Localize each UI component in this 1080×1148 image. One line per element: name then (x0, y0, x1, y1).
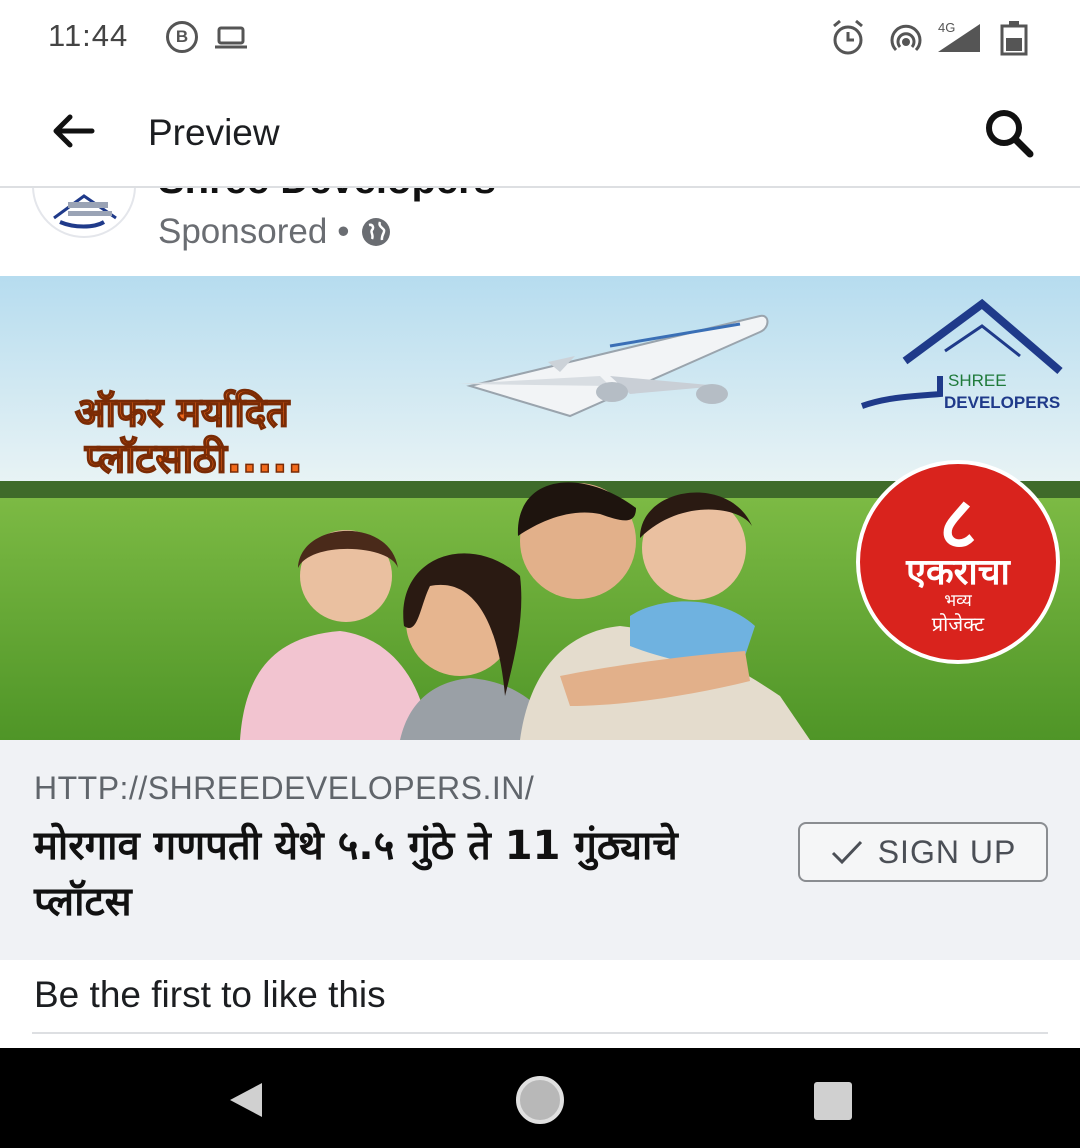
page-title: Preview (148, 112, 280, 153)
link-url: HTTP://SHREEDEVELOPERS.IN/ (34, 770, 535, 806)
separator-dot: • (337, 212, 350, 251)
sign-up-button[interactable]: SIGN UP (798, 822, 1048, 882)
divider (32, 1032, 1048, 1034)
status-time: 11:44 (48, 18, 129, 53)
page-name[interactable]: Shree Developers (158, 188, 496, 203)
likes-summary[interactable]: Be the first to like this (34, 974, 386, 1016)
nav-home-icon[interactable] (514, 1074, 566, 1126)
app-bar: Preview (0, 76, 1080, 188)
link-headline: मोरगाव गणपती येथे ५.५ गुंठे ते 11 गुंठ्य… (34, 823, 678, 925)
sponsored-line: Sponsored • (158, 212, 392, 252)
globe-icon (361, 218, 390, 246)
battery-icon (1000, 21, 1028, 56)
offer-line-2: प्लॉटसाठी..... (84, 435, 303, 482)
ad-image[interactable]: ऑफर मर्यादित प्लॉटसाठी..... SHREE DEVELO… (0, 276, 1080, 740)
check-icon (831, 840, 862, 865)
page-avatar[interactable] (32, 188, 136, 238)
system-nav-bar (0, 1048, 1080, 1148)
badge-line-1: एकराचा (905, 552, 1011, 593)
hotspot-icon (890, 24, 922, 52)
badge-line-3: प्रोजेक्ट (932, 612, 985, 636)
ad-image-canvas: ऑफर मर्यादित प्लॉटसाठी..... SHREE DEVELO… (0, 276, 1080, 740)
status-right-icons: 4G (833, 19, 1028, 56)
nav-recents-icon[interactable] (812, 1080, 854, 1122)
logo-line-2: DEVELOPERS (944, 393, 1060, 412)
nav-back-icon[interactable] (226, 1080, 266, 1120)
network-type-label: 4G (938, 20, 955, 35)
laptop-icon (215, 26, 247, 49)
sponsored-label: Sponsored (158, 212, 328, 251)
avatar-logo-icon (53, 194, 117, 229)
logo-line-1: SHREE (948, 371, 1007, 390)
search-icon[interactable] (982, 106, 1036, 160)
post-header: Shree Developers Sponsored • (0, 188, 1080, 276)
sign-up-label: SIGN UP (877, 833, 1017, 870)
back-arrow-icon[interactable] (48, 106, 98, 156)
badge-line-2: भव्य (944, 591, 972, 611)
acre-badge: ८ एकराचा भव्य प्रोजेक्ट (856, 460, 1060, 664)
alarm-icon (833, 19, 863, 55)
status-bar: 11:44 B 4G (0, 0, 1080, 76)
link-preview[interactable]: HTTP://SHREEDEVELOPERS.IN/ मोरगाव गणपती … (0, 740, 1080, 960)
b-badge-icon: B (166, 21, 198, 53)
offer-line-1: ऑफर मर्यादित (75, 389, 290, 436)
